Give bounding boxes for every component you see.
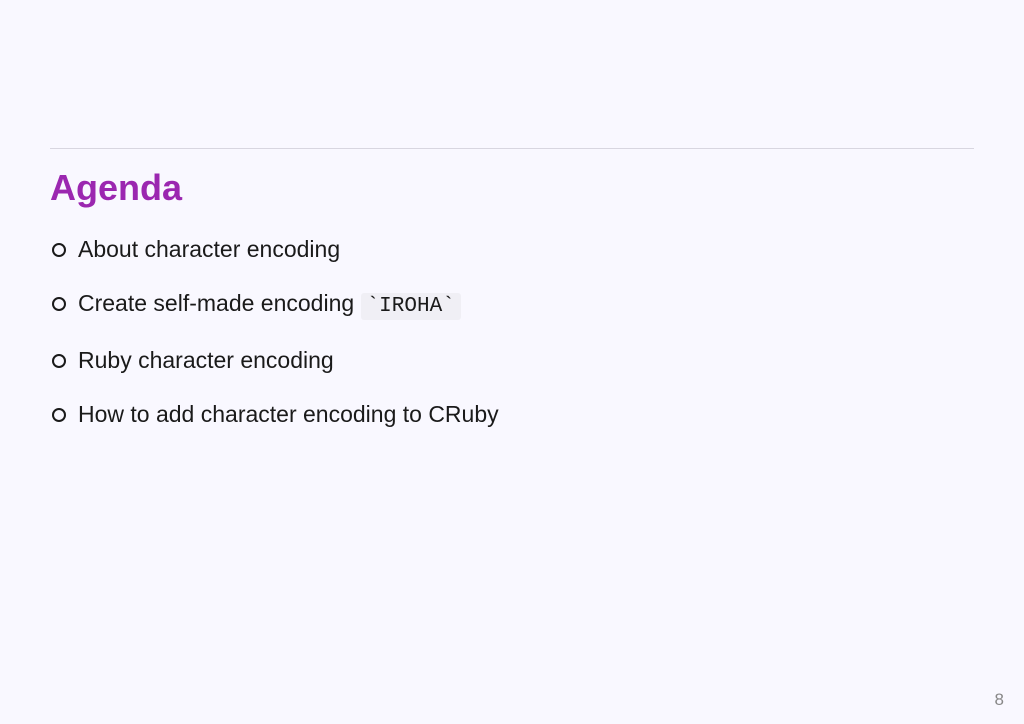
list-item: How to add character encoding to CRuby	[78, 398, 974, 430]
code-snippet: `IROHA`	[361, 293, 461, 320]
list-item: About character encoding	[78, 233, 974, 265]
page-number: 8	[995, 690, 1004, 710]
list-item-text: About character encoding	[78, 236, 340, 262]
slide-heading: Agenda	[50, 167, 974, 209]
list-item: Ruby character encoding	[78, 344, 974, 376]
agenda-list: About character encoding Create self-mad…	[50, 233, 974, 430]
list-item-text: Create self-made encoding	[78, 290, 361, 316]
list-item-text: Ruby character encoding	[78, 347, 334, 373]
list-item: Create self-made encoding `IROHA`	[78, 287, 974, 321]
list-item-text: How to add character encoding to CRuby	[78, 401, 499, 427]
divider	[50, 148, 974, 149]
